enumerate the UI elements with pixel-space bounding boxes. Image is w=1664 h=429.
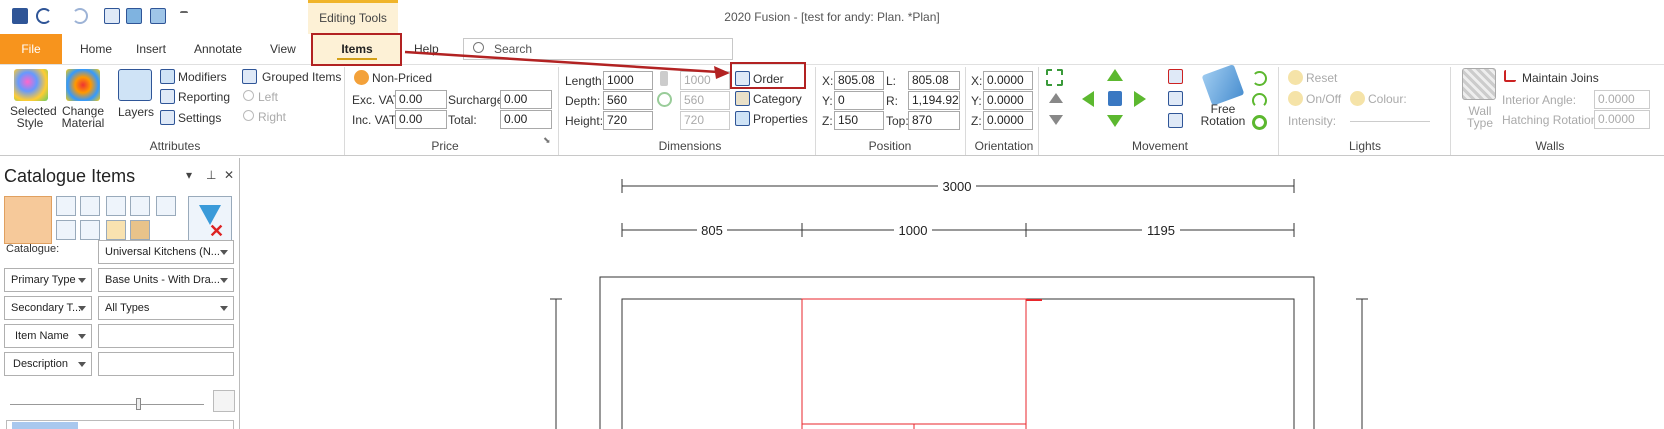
secondary-type-value: All Types <box>105 302 150 314</box>
secondary-type-select[interactable]: All Types <box>98 296 234 320</box>
category-tile[interactable] <box>106 220 126 240</box>
list-item-selected[interactable] <box>12 422 78 429</box>
chevron-down-icon <box>220 306 228 311</box>
category-tile[interactable] <box>80 196 100 216</box>
description-input[interactable] <box>98 352 234 376</box>
door-category-tile[interactable] <box>4 196 52 244</box>
secondary-type-dropdown[interactable]: Secondary T... <box>4 296 92 320</box>
app-window: Editing Tools 2020 Fusion - [test for an… <box>0 0 1664 429</box>
category-tile[interactable] <box>56 220 76 240</box>
thumbnail-size-slider[interactable] <box>10 404 204 405</box>
primary-type-value: Base Units - With Dra... <box>105 274 220 286</box>
item-name-dropdown[interactable]: Item Name <box>4 324 92 348</box>
close-icon[interactable]: ✕ <box>224 168 234 182</box>
chevron-down-icon <box>78 334 86 339</box>
chevron-down-icon <box>220 250 228 255</box>
primary-type-label: Primary Type <box>11 274 76 286</box>
catalogue-select[interactable]: Universal Kitchens (N... <box>98 240 234 264</box>
primary-type-select[interactable]: Base Units - With Dra... <box>98 268 234 292</box>
item-name-input[interactable] <box>98 324 234 348</box>
chevron-down-icon <box>220 278 228 283</box>
secondary-type-label: Secondary T... <box>11 302 82 314</box>
overall-dimension-label: 3000 <box>943 179 972 194</box>
catalogue-panel: Catalogue Items ▾ ⊥ ✕ ✕ Catalogue: Unive… <box>0 158 240 429</box>
segment-dimension-label: 1195 <box>1147 223 1175 238</box>
selected-unit[interactable] <box>801 298 1027 429</box>
pin-icon[interactable]: ⊥ <box>206 168 216 182</box>
slider-thumb[interactable] <box>136 398 141 410</box>
panel-title: Catalogue Items <box>4 166 136 186</box>
category-tile[interactable] <box>130 220 150 240</box>
inner-wall <box>621 298 1295 429</box>
primary-type-dropdown[interactable]: Primary Type <box>4 268 92 292</box>
panel-options-chevron-icon[interactable]: ▾ <box>186 168 192 182</box>
link-icon[interactable] <box>213 390 235 412</box>
chevron-down-icon <box>78 278 86 283</box>
category-tile[interactable] <box>80 220 100 240</box>
chevron-down-icon <box>78 362 86 367</box>
outer-wall <box>599 276 1315 429</box>
description-dropdown[interactable]: Description <box>4 352 92 376</box>
description-label: Description <box>13 358 69 370</box>
category-tile[interactable] <box>56 196 76 216</box>
segment-dimension-label: 805 <box>701 223 723 238</box>
catalogue-value: Universal Kitchens (N... <box>105 246 220 258</box>
category-tile[interactable] <box>130 196 150 216</box>
plan-canvas[interactable]: 3000 805 1000 1195 <box>245 158 1664 429</box>
category-tile[interactable] <box>106 196 126 216</box>
category-tile[interactable] <box>156 196 176 216</box>
clear-filter-icon[interactable]: ✕ <box>188 196 232 244</box>
chevron-down-icon <box>78 306 86 311</box>
catalogue-label: Catalogue: <box>6 243 60 255</box>
item-name-label: Item Name <box>15 330 69 342</box>
plan-drawing: 3000 805 1000 1195 <box>550 177 1368 429</box>
segment-dimension-label: 1000 <box>899 223 928 238</box>
